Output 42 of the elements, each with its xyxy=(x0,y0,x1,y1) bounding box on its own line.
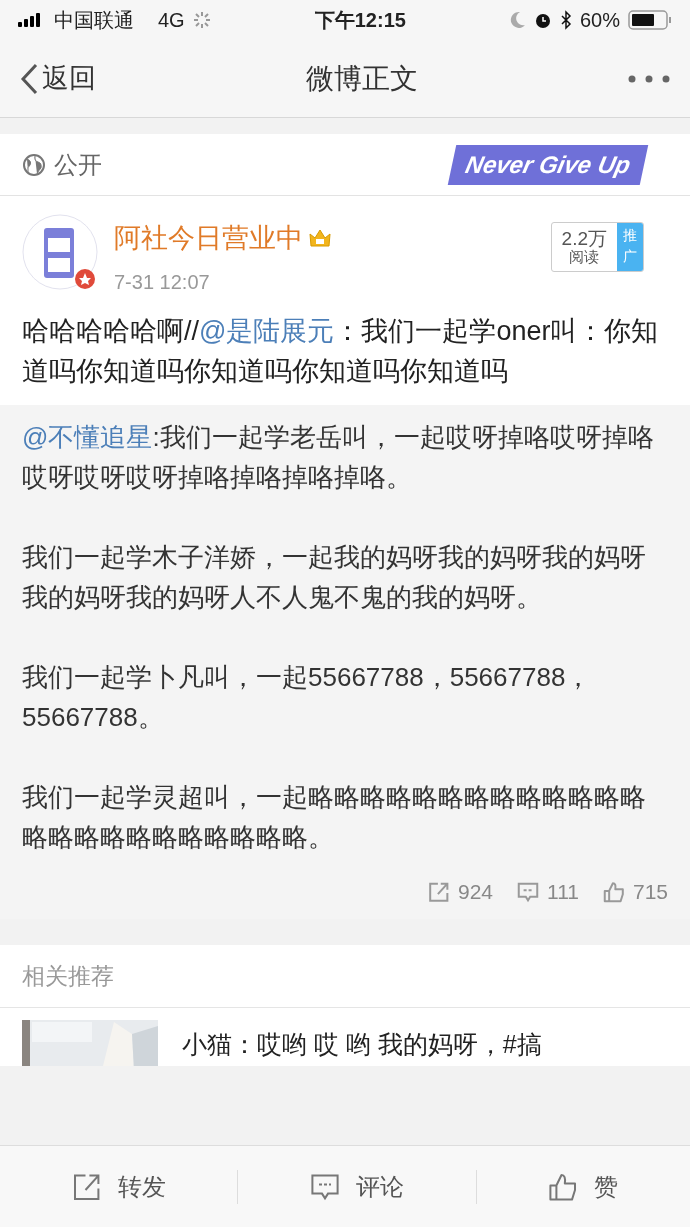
battery-icon xyxy=(628,10,672,30)
read-count: 2.2万 xyxy=(561,229,607,250)
share-icon xyxy=(428,880,450,903)
globe-icon xyxy=(22,152,46,177)
read-label: 阅读 xyxy=(568,249,601,265)
post-text: 哈哈哈哈哈啊//@是陆展元：我们一起学oner叫：你知道吗你知道吗你知道吗你知道吗你知道吗 xyxy=(0,304,690,405)
comment-button[interactable]: 评论 xyxy=(298,1162,416,1211)
repost-button[interactable]: 转发 xyxy=(59,1162,178,1211)
back-button[interactable]: 返回 xyxy=(20,58,96,99)
mention-link[interactable]: @不懂追星 xyxy=(22,421,153,452)
alarm-icon xyxy=(533,11,552,29)
loading-icon xyxy=(192,11,211,29)
moon-icon xyxy=(509,11,526,29)
promote-tag[interactable]: 推广 xyxy=(617,223,643,271)
more-icon xyxy=(628,74,670,83)
retweet-paragraph: 我们一起学木子洋娇，一起我的妈呀我的妈呀我的妈呀我的妈呀我的妈呀人不人鬼不鬼的我的妈呀。 xyxy=(22,540,647,614)
like-count[interactable]: 715 xyxy=(602,875,668,908)
recommended-post-title[interactable]: 小猫：哎哟 哎 哟 我的妈呀，#搞 xyxy=(182,1020,542,1066)
visibility-label: 公开 xyxy=(54,149,102,180)
network-type: 4G xyxy=(158,8,185,33)
post-time: 7-31 12:07 xyxy=(114,269,211,295)
thumbs-up-icon xyxy=(602,880,625,903)
comment-count[interactable]: 111 xyxy=(517,875,579,908)
battery-percent: 60% xyxy=(579,8,620,33)
retweet-paragraph: @不懂追星:我们一起学老岳叫，一起哎呀掉咯哎呀掉咯哎呀哎呀哎呀掉咯掉咯掉咯掉咯。 xyxy=(22,420,655,494)
repost-count[interactable]: 924 xyxy=(428,875,494,908)
clock: 下午12:15 xyxy=(314,9,406,31)
author-name[interactable]: 阿社今日营业中 xyxy=(114,218,303,259)
section-title: 相关推荐 xyxy=(22,962,114,989)
page-title: 微博正文 xyxy=(306,62,418,94)
read-count-box[interactable]: 2.2万 阅读 推广 xyxy=(550,222,644,272)
comment-icon xyxy=(517,880,540,903)
like-button[interactable]: 赞 xyxy=(536,1162,631,1211)
retweet-paragraph: 我们一起学卜凡叫，一起55667788，55667788，55667788。 xyxy=(22,660,593,734)
bluetooth-icon xyxy=(559,10,572,30)
more-button[interactable] xyxy=(628,74,670,83)
thumbs-up-icon xyxy=(548,1171,579,1202)
chevron-left-icon xyxy=(20,62,38,95)
mention-link[interactable]: @是陆展元 xyxy=(199,315,335,346)
retweet-paragraph: 我们一起学灵超叫，一起略略略略略略略略略略略略略略略略略略略略略略略略。 xyxy=(22,780,647,854)
banner-sticker: Never Give Up xyxy=(447,144,649,185)
carrier-name: 中国联通 xyxy=(54,8,134,33)
